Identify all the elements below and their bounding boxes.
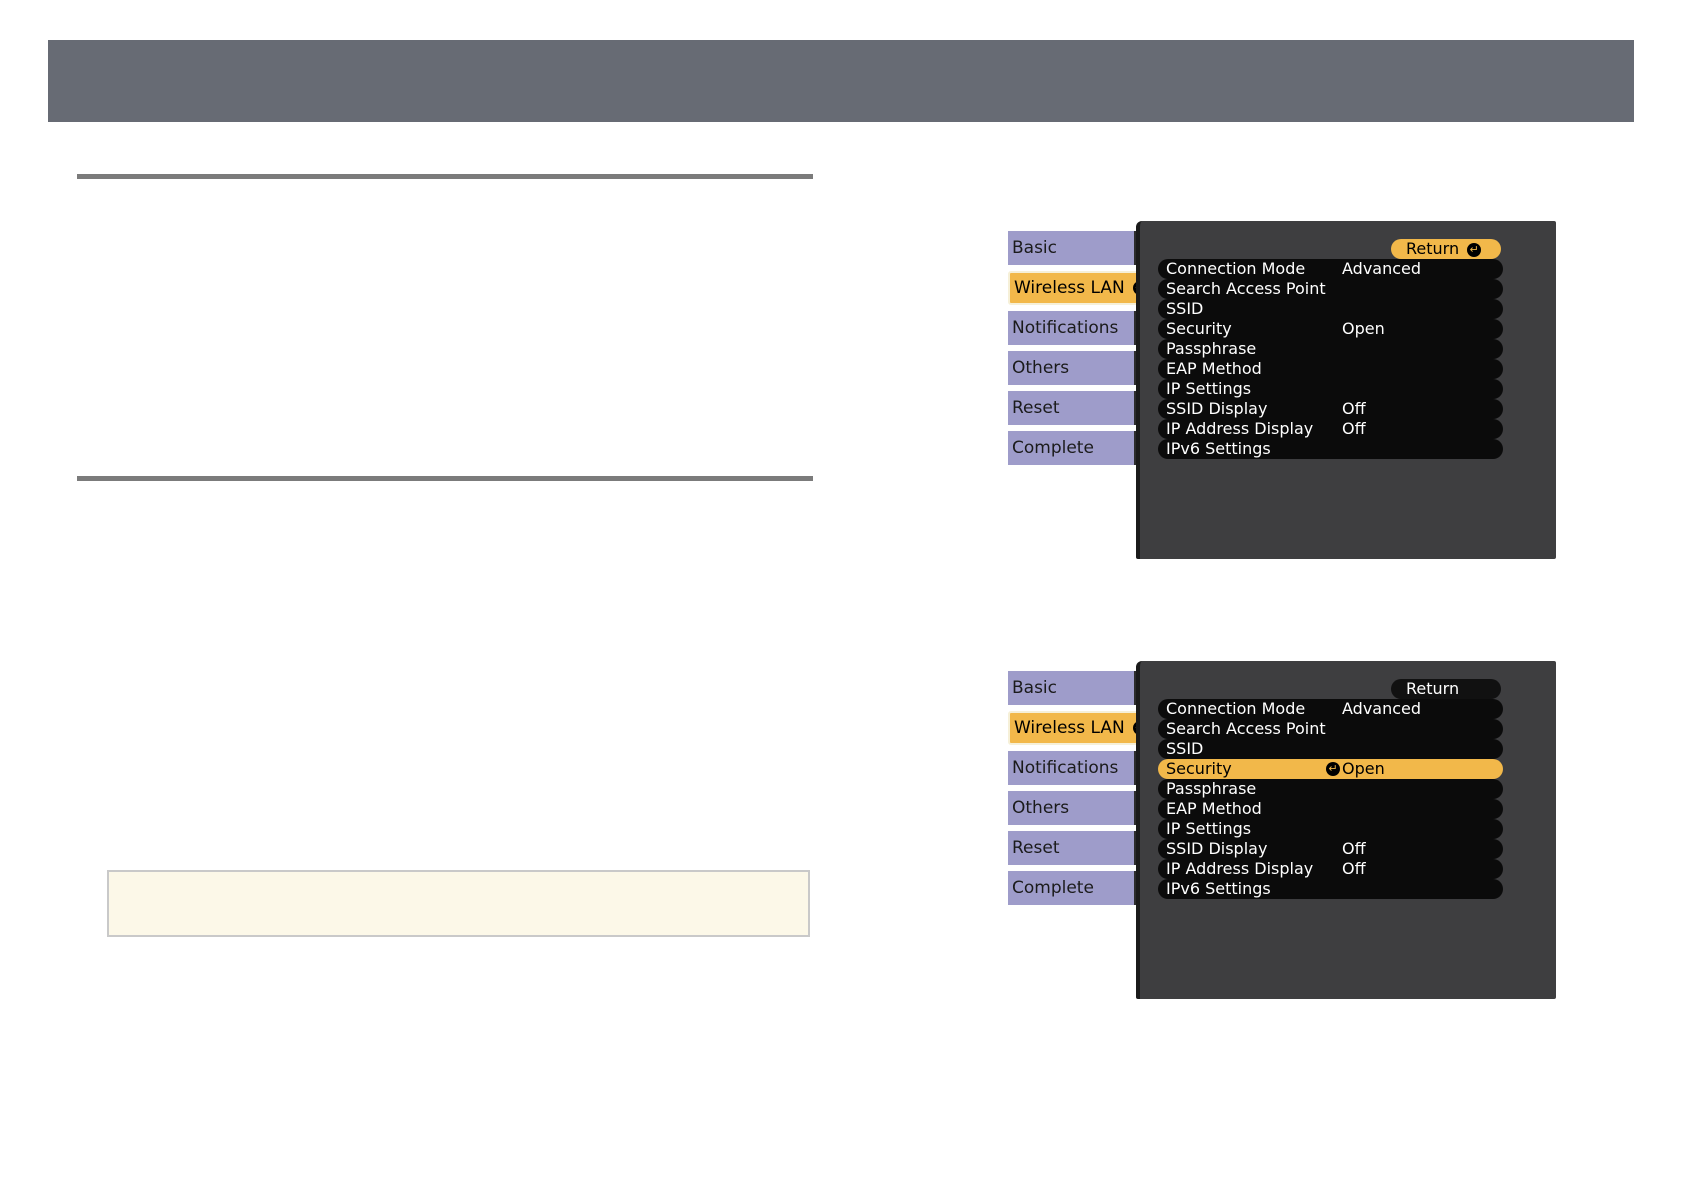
setting-label: IP Settings xyxy=(1166,819,1252,838)
setting-value: Off xyxy=(1342,859,1366,878)
return-button[interactable]: Return xyxy=(1391,679,1501,699)
setting-row-ip-address-display[interactable]: IP Address Display Off xyxy=(1158,419,1503,439)
setting-label: Search Access Point xyxy=(1166,279,1326,298)
setting-row-ip-settings[interactable]: IP Settings xyxy=(1158,379,1503,399)
setting-label: SSID Display xyxy=(1166,839,1268,858)
setting-row-search-access-point[interactable]: Search Access Point xyxy=(1158,719,1503,739)
setting-row-passphrase[interactable]: Passphrase xyxy=(1158,339,1503,359)
setting-row-security[interactable]: Security Open xyxy=(1158,319,1503,339)
setting-row-search-access-point[interactable]: Search Access Point xyxy=(1158,279,1503,299)
setting-row-ssid-display[interactable]: SSID Display Off xyxy=(1158,839,1503,859)
tab-wireless-lan[interactable]: Wireless LAN↵ xyxy=(1008,711,1147,745)
setting-row-ipv6-settings[interactable]: IPv6 Settings xyxy=(1158,439,1503,459)
setting-label: SSID xyxy=(1166,299,1204,318)
tab-basic[interactable]: Basic xyxy=(1008,671,1136,705)
setting-label: Connection Mode xyxy=(1166,699,1306,718)
setting-value: Off xyxy=(1342,839,1366,858)
setting-label: IP Address Display xyxy=(1166,859,1314,878)
tab-label: Basic xyxy=(1012,238,1058,258)
setting-label: Search Access Point xyxy=(1166,719,1326,738)
setting-label: EAP Method xyxy=(1166,359,1262,378)
wireless-lan-menu-return: BasicWireless LAN↵NotificationsOthersRes… xyxy=(1008,221,1556,559)
tab-label: Wireless LAN xyxy=(1014,718,1125,738)
setting-label: Security xyxy=(1166,319,1232,338)
setting-row-ssid[interactable]: SSID xyxy=(1158,299,1503,319)
setting-label: IP Settings xyxy=(1166,379,1252,398)
top-banner xyxy=(48,40,1634,122)
tab-basic[interactable]: Basic xyxy=(1008,231,1136,265)
tab-label: Others xyxy=(1012,798,1070,818)
tab-others[interactable]: Others xyxy=(1008,351,1136,385)
setting-value: Open xyxy=(1342,319,1385,338)
enter-icon: ↵ xyxy=(1326,762,1340,776)
return-button[interactable]: Return ↵ xyxy=(1391,239,1501,259)
menu-screen: Return ↵ Connection Mode Advanced Search Acc… xyxy=(1136,221,1556,559)
enter-icon: ↵ xyxy=(1467,242,1482,257)
setting-value: Off xyxy=(1342,419,1366,438)
tab-others[interactable]: Others xyxy=(1008,791,1136,825)
tab-label: Basic xyxy=(1012,678,1058,698)
setting-row-security[interactable]: Security ↵ Open xyxy=(1158,759,1503,779)
return-label: Return xyxy=(1406,239,1460,258)
tab-label: Reset xyxy=(1012,398,1060,418)
tab-wireless-lan[interactable]: Wireless LAN↵ xyxy=(1008,271,1147,305)
setting-row-connection-mode[interactable]: Connection Mode Advanced xyxy=(1158,699,1503,719)
tab-label: Notifications xyxy=(1012,758,1119,778)
tab-label: Wireless LAN xyxy=(1014,278,1125,298)
tab-label: Complete xyxy=(1012,438,1094,458)
setting-row-ip-address-display[interactable]: IP Address Display Off xyxy=(1158,859,1503,879)
menu-screen: Return Connection Mode Advanced Search Acce… xyxy=(1136,661,1556,999)
setting-row-ssid-display[interactable]: SSID Display Off xyxy=(1158,399,1503,419)
setting-row-connection-mode[interactable]: Connection Mode Advanced xyxy=(1158,259,1503,279)
return-label: Return xyxy=(1406,679,1460,698)
tab-reset[interactable]: Reset xyxy=(1008,391,1136,425)
tab-complete[interactable]: Complete xyxy=(1008,871,1136,905)
setting-label: IPv6 Settings xyxy=(1166,879,1271,898)
setting-value: Advanced xyxy=(1342,699,1422,718)
tab-label: Complete xyxy=(1012,878,1094,898)
setting-value: Advanced xyxy=(1342,259,1422,278)
setting-row-ipv6-settings[interactable]: IPv6 Settings xyxy=(1158,879,1503,899)
tab-notifications[interactable]: Notifications xyxy=(1008,751,1136,785)
setting-value: Open xyxy=(1342,759,1385,778)
settings-list: Connection Mode Advanced Search Access Poi… xyxy=(1158,699,1503,899)
tab-label: Notifications xyxy=(1012,318,1119,338)
tab-label: Reset xyxy=(1012,838,1060,858)
tab-complete[interactable]: Complete xyxy=(1008,431,1136,465)
setting-row-passphrase[interactable]: Passphrase xyxy=(1158,779,1503,799)
tab-reset[interactable]: Reset xyxy=(1008,831,1136,865)
setting-label: Connection Mode xyxy=(1166,259,1306,278)
setting-label: Security xyxy=(1166,759,1232,778)
setting-label: IPv6 Settings xyxy=(1166,439,1271,458)
settings-list: Connection Mode Advanced Search Access Poi… xyxy=(1158,259,1503,459)
setting-value: Off xyxy=(1342,399,1366,418)
note-box xyxy=(107,870,810,937)
setting-row-ip-settings[interactable]: IP Settings xyxy=(1158,819,1503,839)
setting-label: Passphrase xyxy=(1166,779,1257,798)
setting-label: EAP Method xyxy=(1166,799,1262,818)
setting-row-eap-method[interactable]: EAP Method xyxy=(1158,359,1503,379)
setting-row-eap-method[interactable]: EAP Method xyxy=(1158,799,1503,819)
setting-row-ssid[interactable]: SSID xyxy=(1158,739,1503,759)
tab-notifications[interactable]: Notifications xyxy=(1008,311,1136,345)
setting-label: SSID Display xyxy=(1166,399,1268,418)
section-rule xyxy=(77,174,813,179)
setting-label: Passphrase xyxy=(1166,339,1257,358)
setting-label: IP Address Display xyxy=(1166,419,1314,438)
tab-label: Others xyxy=(1012,358,1070,378)
wireless-lan-menu-security: BasicWireless LAN↵NotificationsOthersRes… xyxy=(1008,661,1556,999)
section-rule xyxy=(77,476,813,481)
setting-label: SSID xyxy=(1166,739,1204,758)
